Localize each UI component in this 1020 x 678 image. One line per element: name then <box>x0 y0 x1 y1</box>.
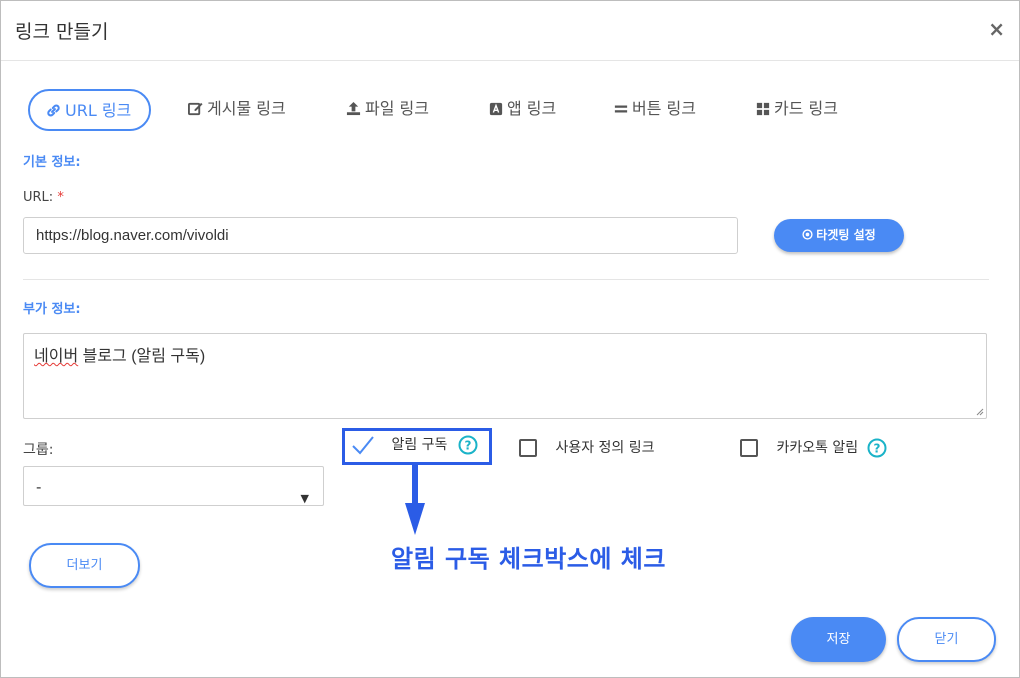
help-circle-icon[interactable]: ? <box>867 438 887 458</box>
tab-button-link[interactable]: 버튼 링크 <box>614 89 696 131</box>
option-custom-link[interactable]: 사용자 정의 링크 <box>519 437 655 457</box>
group-label: 그룹: <box>23 442 54 458</box>
option-label: 카카오톡 알림 <box>776 440 859 456</box>
tab-label: 카드 링크 <box>774 99 838 118</box>
group-select[interactable]: - ▼ <box>23 466 324 506</box>
edit-icon <box>188 102 203 116</box>
tab-label: URL 링크 <box>65 101 132 120</box>
url-label-text: URL: <box>23 190 54 205</box>
annotation-caption: 알림 구독 체크박스에 체크 <box>391 545 666 573</box>
tab-label: 버튼 링크 <box>632 99 696 118</box>
tab-label: 파일 링크 <box>365 99 429 118</box>
target-icon <box>802 229 813 240</box>
annotation-arrow-icon <box>405 465 425 535</box>
targeting-settings-button[interactable]: 타겟팅 설정 <box>774 219 904 252</box>
section-divider <box>23 279 989 280</box>
upload-icon <box>346 101 361 116</box>
memo-textarea[interactable]: 네이버 블로그 (알림 구독) <box>23 333 987 419</box>
memo-text-rest: 블로그 (알림 구독) <box>78 348 206 365</box>
custom-link-checkbox[interactable] <box>519 439 537 457</box>
save-button[interactable]: 저장 <box>791 617 886 662</box>
targeting-label: 타겟팅 설정 <box>816 228 876 242</box>
tab-card-link[interactable]: 카드 링크 <box>756 89 838 131</box>
button-bars-icon <box>614 105 628 113</box>
required-mark: * <box>57 190 64 205</box>
create-link-dialog: 링크 만들기 × URL 링크 게시물 링크 파일 링크 앱 링크 버튼 링크 … <box>0 0 1020 678</box>
tab-file-link[interactable]: 파일 링크 <box>346 89 429 131</box>
tab-label: 앱 링크 <box>507 99 557 118</box>
close-icon[interactable]: × <box>988 17 1005 41</box>
url-input[interactable]: https://blog.naver.com/vivoldi <box>23 217 738 254</box>
dropdown-caret-icon: ▼ <box>300 492 309 505</box>
memo-misspelled-word: 네이버 <box>34 348 79 365</box>
option-label: 사용자 정의 링크 <box>555 440 655 456</box>
grid-icon <box>756 102 770 116</box>
dialog-title: 링크 만들기 <box>15 21 109 43</box>
dialog-header: 링크 만들기 × <box>1 1 1019 61</box>
annotation-highlight-box <box>342 428 492 465</box>
extra-info-heading: 부가 정보: <box>23 302 81 317</box>
resize-grip-icon[interactable] <box>974 406 984 416</box>
tab-post-link[interactable]: 게시물 링크 <box>188 89 286 131</box>
option-kakaotalk-alert[interactable]: 카카오톡 알림 ? <box>740 437 887 458</box>
tab-app-link[interactable]: 앱 링크 <box>489 89 556 131</box>
close-button[interactable]: 닫기 <box>897 617 996 662</box>
svg-text:?: ? <box>873 442 880 456</box>
kakaotalk-checkbox[interactable] <box>740 439 758 457</box>
more-button[interactable]: 더보기 <box>29 543 140 588</box>
group-selected-value: - <box>36 478 42 496</box>
link-icon <box>47 104 60 117</box>
url-label: URL: * <box>23 190 64 205</box>
app-store-icon <box>489 102 503 116</box>
basic-info-heading: 기본 정보: <box>23 155 81 170</box>
tab-url-link[interactable]: URL 링크 <box>28 89 151 131</box>
tab-label: 게시물 링크 <box>207 99 286 118</box>
